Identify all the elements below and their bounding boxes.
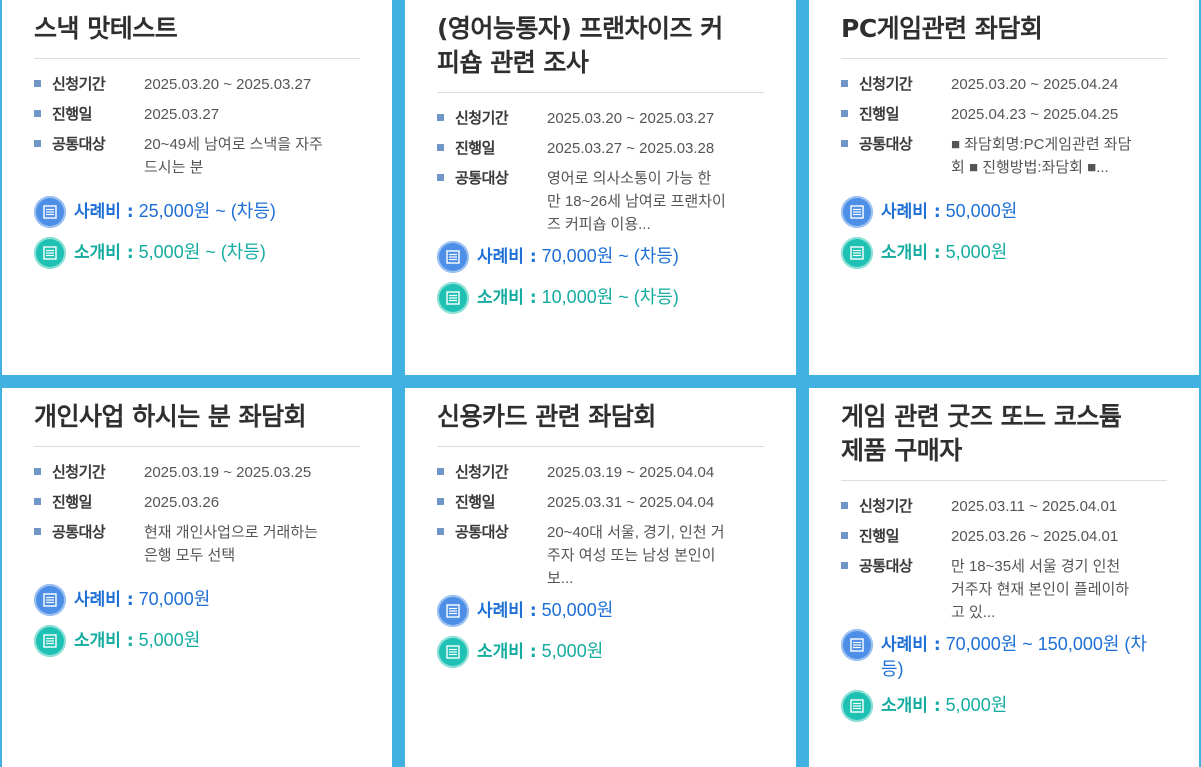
bullet-icon (34, 80, 41, 87)
info-apply-period: 신청기간 2025.03.20 ~ 2025.04.24 (841, 73, 1167, 96)
info-list: 신청기간 2025.03.20 ~ 2025.04.24 진행일 2025.04.2… (841, 73, 1167, 179)
info-target: 공통대상 20~40대 서울, 경기, 인천 거 주자 여성 또는 남성 본인이 보.… (437, 521, 764, 590)
document-icon (34, 584, 66, 616)
document-icon (437, 282, 469, 314)
referral-fee: 소개비 : 5,000원 (437, 636, 764, 668)
bullet-icon (34, 498, 41, 505)
survey-card-franchise-coffee[interactable]: (영어능통자) 프랜차이즈 커 피숍 관련 조사 신청기간 2025.03.20 ~… (405, 0, 796, 375)
info-list: 신청기간 2025.03.20 ~ 2025.03.27 진행일 2025.03.2… (437, 107, 764, 236)
reward-fee: 사례비 : 25,000원 ~ (차등) (34, 196, 360, 228)
info-event-date: 진행일 2025.03.26 (34, 491, 360, 514)
referral-fee: 소개비 : 5,000원 (841, 237, 1167, 269)
reward-fee: 사례비 : 70,000원 ~ (차등) (437, 241, 764, 273)
divider (437, 446, 764, 447)
bullet-icon (841, 562, 848, 569)
divider (34, 446, 360, 447)
info-apply-period: 신청기간 2025.03.19 ~ 2025.04.04 (437, 461, 764, 484)
bullet-icon (437, 468, 444, 475)
referral-fee: 소개비 : 10,000원 ~ (차등) (437, 282, 764, 314)
bullet-icon (34, 528, 41, 535)
info-event-date: 진행일 2025.03.26 ~ 2025.04.01 (841, 525, 1167, 548)
bullet-icon (841, 140, 848, 147)
bullet-icon (437, 498, 444, 505)
info-list: 신청기간 2025.03.11 ~ 2025.04.01 진행일 2025.03.2… (841, 495, 1167, 624)
document-icon (34, 625, 66, 657)
bullet-icon (841, 80, 848, 87)
referral-fee: 소개비 : 5,000원 (841, 690, 1167, 722)
divider (841, 58, 1167, 59)
bullet-icon (34, 110, 41, 117)
bullet-icon (437, 144, 444, 151)
info-target: 공통대상 만 18~35세 서울 경기 인천 거주자 현재 본인이 플레이하 고 있.… (841, 555, 1167, 624)
bullet-icon (437, 174, 444, 181)
bullet-icon (841, 110, 848, 117)
survey-card-game-goods[interactable]: 게임 관련 굿즈 또느 코스튬 제품 구매자 신청기간 2025.03.11 ~ 2… (809, 388, 1199, 767)
info-apply-period: 신청기간 2025.03.20 ~ 2025.03.27 (34, 73, 360, 96)
info-list: 신청기간 2025.03.19 ~ 2025.04.04 진행일 2025.03.3… (437, 461, 764, 590)
document-icon (841, 629, 873, 661)
card-title[interactable]: 게임 관련 굿즈 또느 코스튬 제품 구매자 (841, 388, 1167, 468)
card-title[interactable]: (영어능통자) 프랜차이즈 커 피숍 관련 조사 (437, 0, 764, 80)
reward-fee: 사례비 : 50,000원 (841, 196, 1167, 228)
info-list: 신청기간 2025.03.19 ~ 2025.03.25 진행일 2025.03.2… (34, 461, 360, 567)
survey-card-pc-game[interactable]: PC게임관련 좌담회 신청기간 2025.03.20 ~ 2025.04.24 진… (809, 0, 1199, 375)
info-event-date: 진행일 2025.04.23 ~ 2025.04.25 (841, 103, 1167, 126)
info-target: 공통대상 20~49세 남여로 스낵을 자주 드시는 분 (34, 133, 360, 179)
document-icon (841, 237, 873, 269)
info-list: 신청기간 2025.03.20 ~ 2025.03.27 진행일 2025.03.2… (34, 73, 360, 179)
info-event-date: 진행일 2025.03.27 (34, 103, 360, 126)
survey-card-snack-taste-test[interactable]: 스낵 맛테스트 신청기간 2025.03.20 ~ 2025.03.27 진행일 2… (2, 0, 392, 375)
info-apply-period: 신청기간 2025.03.20 ~ 2025.03.27 (437, 107, 764, 130)
document-icon (437, 595, 469, 627)
info-apply-period: 신청기간 2025.03.19 ~ 2025.03.25 (34, 461, 360, 484)
info-target: 공통대상 영어로 의사소통이 가능 한만 18~26세 남여로 프랜차이 즈 커피숍… (437, 167, 764, 236)
info-target: 공통대상 현재 개인사업으로 거래하는 은행 모두 선택 (34, 521, 360, 567)
document-icon (437, 636, 469, 668)
bullet-icon (841, 502, 848, 509)
divider (34, 58, 360, 59)
survey-card-credit-card[interactable]: 신용카드 관련 좌담회 신청기간 2025.03.19 ~ 2025.04.04 … (405, 388, 796, 767)
card-title[interactable]: 개인사업 하시는 분 좌담회 (34, 388, 360, 434)
reward-fee: 사례비 : 50,000원 (437, 595, 764, 627)
reward-fee: 사례비 : 70,000원 (34, 584, 360, 616)
card-title[interactable]: 스낵 맛테스트 (34, 0, 360, 46)
survey-card-business-owner[interactable]: 개인사업 하시는 분 좌담회 신청기간 2025.03.19 ~ 2025.03.… (2, 388, 392, 767)
info-event-date: 진행일 2025.03.31 ~ 2025.04.04 (437, 491, 764, 514)
divider (841, 480, 1167, 481)
document-icon (841, 196, 873, 228)
document-icon (34, 237, 66, 269)
bullet-icon (437, 528, 444, 535)
referral-fee: 소개비 : 5,000원 (34, 625, 360, 657)
card-title[interactable]: PC게임관련 좌담회 (841, 0, 1167, 46)
bullet-icon (34, 468, 41, 475)
document-icon (34, 196, 66, 228)
info-event-date: 진행일 2025.03.27 ~ 2025.03.28 (437, 137, 764, 160)
info-target: 공통대상 ■ 좌담회명:PC게임관련 좌담 회 ■ 진행방법:좌담회 ■... (841, 133, 1167, 179)
card-title[interactable]: 신용카드 관련 좌담회 (437, 388, 764, 434)
info-apply-period: 신청기간 2025.03.11 ~ 2025.04.01 (841, 495, 1167, 518)
document-icon (841, 690, 873, 722)
referral-fee: 소개비 : 5,000원 ~ (차등) (34, 237, 360, 269)
bullet-icon (841, 532, 848, 539)
document-icon (437, 241, 469, 273)
bullet-icon (437, 114, 444, 121)
reward-fee: 사례비 : 70,000원 ~ 150,000원 (차 등) (841, 629, 1167, 681)
bullet-icon (34, 140, 41, 147)
divider (437, 92, 764, 93)
